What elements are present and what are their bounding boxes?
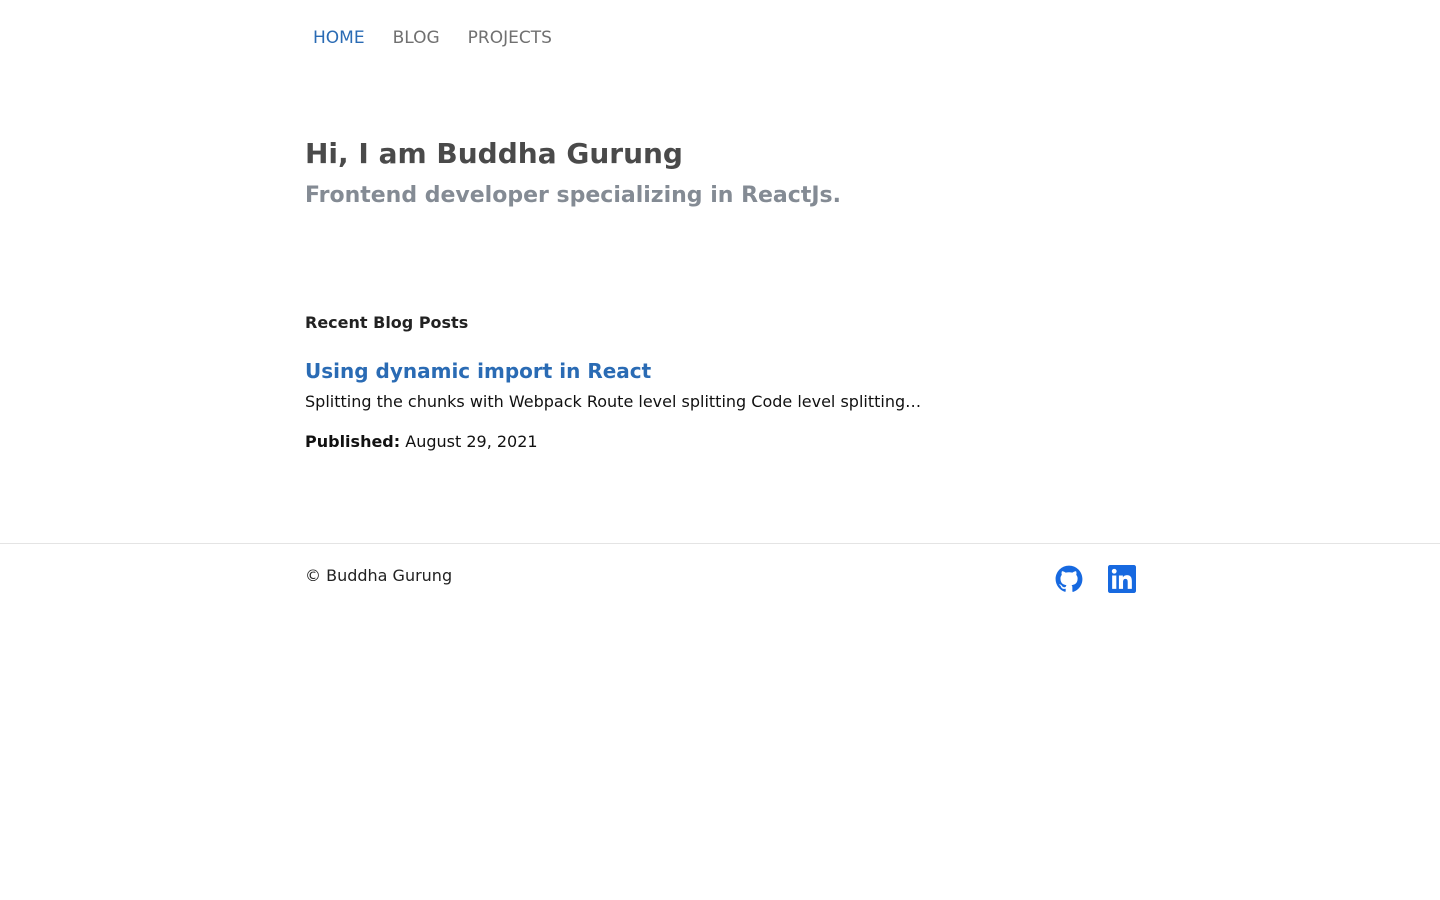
- published-label: Published:: [305, 432, 401, 451]
- copyright-text: © Buddha Gurung: [305, 566, 453, 585]
- post-excerpt: Splitting the chunks with Webpack Route …: [305, 392, 922, 411]
- hero-title: Hi, I am Buddha Gurung: [305, 137, 683, 170]
- social-links: [1055, 565, 1136, 593]
- post-published: Published: August 29, 2021: [305, 431, 538, 453]
- post-title-link[interactable]: Using dynamic import in React: [305, 357, 651, 385]
- main-nav: HOME BLOG PROJECTS: [313, 25, 580, 51]
- nav-link-blog[interactable]: BLOG: [393, 25, 440, 51]
- hero-subtitle: Frontend developer specializing in React…: [305, 183, 841, 208]
- github-icon: [1055, 565, 1083, 592]
- recent-posts-heading: Recent Blog Posts: [305, 313, 469, 332]
- published-date: August 29, 2021: [405, 432, 538, 451]
- footer-divider: [0, 543, 1440, 544]
- github-link[interactable]: [1055, 565, 1083, 593]
- linkedin-link[interactable]: [1108, 565, 1136, 593]
- nav-link-projects[interactable]: PROJECTS: [468, 25, 552, 51]
- linkedin-icon: [1108, 565, 1136, 593]
- nav-link-home[interactable]: HOME: [313, 25, 365, 51]
